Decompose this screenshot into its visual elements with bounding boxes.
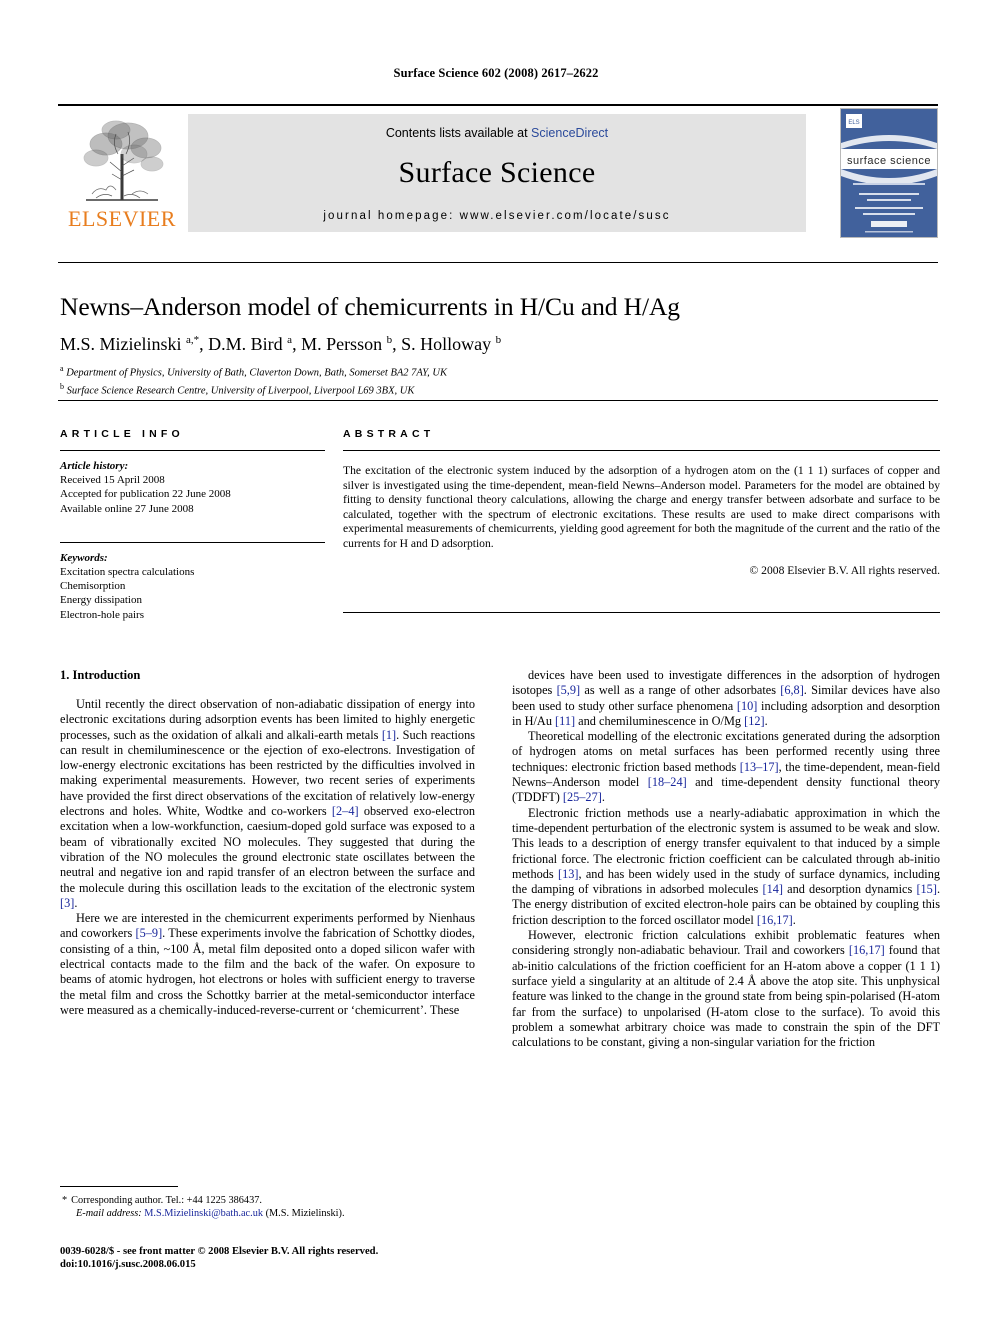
paper-page: Surface Science 602 (2008) 2617–2622 ELS…	[0, 0, 992, 1323]
article-info-rule	[60, 450, 325, 451]
citation-reference[interactable]: [12]	[744, 714, 765, 728]
affiliation-b-text: Surface Science Research Centre, Univers…	[66, 385, 415, 396]
citation-reference[interactable]: [1]	[382, 728, 396, 742]
contents-prefix: Contents lists available at	[385, 126, 532, 140]
citation-reference[interactable]: [25–27]	[563, 790, 602, 804]
citation-reference[interactable]: [11]	[555, 714, 575, 728]
footnote-rule	[60, 1186, 178, 1187]
citation-reference[interactable]: [2–4]	[332, 804, 359, 818]
body-paragraph: However, electronic friction calculation…	[512, 928, 941, 1050]
corresponding-author-note: * Corresponding author. Tel.: +44 1225 38…	[62, 1194, 482, 1207]
body-paragraph: devices have been used to investigate di…	[512, 668, 940, 728]
citation-reference[interactable]: [3]	[60, 896, 74, 910]
svg-text:ELS: ELS	[848, 120, 859, 126]
keywords-label: Keywords:	[60, 551, 108, 564]
body-column-left: 1. Introduction Until recently the direc…	[60, 668, 475, 1018]
keywords-block: Keywords: Excitation spectra calculation…	[60, 551, 325, 622]
affiliation-list: a Department of Physics, University of B…	[60, 362, 940, 397]
body-paragraph: Until recently the direct observation of…	[60, 697, 476, 910]
affiliation-a: a Department of Physics, University of B…	[60, 362, 940, 380]
citation-reference[interactable]: [6,8]	[780, 683, 804, 697]
keyword-item: Energy dissipation	[60, 594, 142, 607]
asterisk-icon: *	[62, 1195, 68, 1206]
citation-reference[interactable]: [18–24]	[648, 775, 687, 789]
page-title: Newns–Anderson model of chemicurrents in…	[60, 292, 680, 321]
abstract-bottom-rule	[343, 612, 940, 613]
body-paragraph: Theoretical modelling of the electronic …	[512, 729, 941, 805]
citation-reference[interactable]: [14]	[762, 882, 783, 896]
affiliation-b: b Surface Science Research Centre, Unive…	[60, 380, 940, 398]
body-paragraph: Electronic friction methods use a nearly…	[512, 805, 941, 927]
email-note: E-mail address: M.S.Mizielinski@bath.ac.…	[62, 1207, 482, 1220]
affiliation-a-text: Department of Physics, University of Bat…	[66, 367, 447, 379]
history-item: Available online 27 June 2008	[60, 502, 194, 515]
article-history-block: Article history: Received 15 April 2008 …	[60, 459, 325, 516]
abstract-rule	[343, 450, 940, 451]
citation-reference[interactable]: [5–9]	[136, 926, 163, 940]
journal-cover-thumbnail: ELS surface science	[840, 108, 938, 238]
keywords-rule	[60, 541, 325, 543]
author-list: M.S. Mizielinski a,*, D.M. Bird a, M. Pe…	[60, 334, 502, 354]
body-column-right: devices have been used to investigate di…	[512, 668, 940, 1050]
elsevier-tree-icon	[83, 120, 164, 201]
citation-reference[interactable]: [10]	[737, 699, 758, 713]
citation-reference[interactable]: [5,9]	[557, 683, 581, 697]
sciencedirect-link[interactable]: ScienceDirect	[531, 126, 608, 140]
footer-block: 0039-6028/$ - see front matter © 2008 El…	[60, 1245, 530, 1272]
contents-available-line: Contents lists available at ScienceDirec…	[188, 126, 806, 140]
journal-homepage-link[interactable]: journal homepage: www.elsevier.com/locat…	[188, 210, 806, 222]
keyword-item: Excitation spectra calculations	[60, 566, 195, 579]
abstract-text: The excitation of the electronic system …	[343, 464, 940, 550]
title-top-rule	[58, 262, 938, 263]
abstract-heading: ABSTRACT	[343, 428, 435, 440]
journal-title: Surface Science	[398, 156, 596, 189]
history-item: Accepted for publication 22 June 2008	[60, 488, 231, 501]
corresponding-author-text: Corresponding author. Tel.: +44 1225 386…	[71, 1195, 262, 1206]
article-history-label: Article history:	[60, 460, 129, 472]
issn-line: 0039-6028/$ - see front matter © 2008 El…	[60, 1246, 379, 1257]
article-info-column: ARTICLE INFO Article history: Received 1…	[60, 428, 325, 622]
citation-reference[interactable]: [13]	[558, 867, 579, 881]
history-item: Received 15 April 2008	[60, 474, 165, 487]
email-label: E-mail address:	[76, 1208, 142, 1220]
citation-reference[interactable]: [16,17]	[757, 913, 793, 927]
article-info-heading: ARTICLE INFO	[60, 428, 184, 440]
body-paragraph: Here we are interested in the chemicurre…	[60, 911, 476, 1017]
cover-artwork: ELS surface science	[841, 109, 937, 237]
citation-reference[interactable]: [16,17]	[849, 943, 885, 957]
journal-banner: Contents lists available at ScienceDirec…	[188, 114, 806, 232]
abstract-copyright: © 2008 Elsevier B.V. All rights reserved…	[749, 563, 940, 577]
email-owner: (M.S. Mizielinski).	[265, 1208, 345, 1220]
doi-line: doi:10.1016/j.susc.2008.06.015	[60, 1259, 196, 1271]
keyword-item: Chemisorption	[60, 580, 126, 593]
abstract-column: ABSTRACT The excitation of the electroni…	[343, 428, 940, 577]
keyword-item: Electron-hole pairs	[60, 608, 144, 621]
footnote-block: * Corresponding author. Tel.: +44 1225 38…	[62, 1194, 482, 1220]
email-link[interactable]: M.S.Mizielinski@bath.ac.uk	[144, 1208, 263, 1219]
affiliation-marker-b: b	[60, 381, 64, 391]
running-head: Surface Science 602 (2008) 2617–2622	[393, 66, 599, 80]
elsevier-wordmark: ELSEVIER	[68, 206, 176, 231]
section-title-introduction: 1. Introduction	[60, 668, 141, 682]
svg-text:surface science: surface science	[847, 155, 931, 167]
title-bottom-rule	[58, 400, 938, 401]
citation-reference[interactable]: [15]	[916, 882, 937, 896]
citation-reference[interactable]: [13–17]	[740, 760, 779, 774]
elsevier-logo: ELSEVIER	[66, 114, 176, 232]
journal-masthead: ELSEVIER Contents lists available at Sci…	[58, 104, 938, 239]
affiliation-marker-a: a	[60, 364, 64, 373]
